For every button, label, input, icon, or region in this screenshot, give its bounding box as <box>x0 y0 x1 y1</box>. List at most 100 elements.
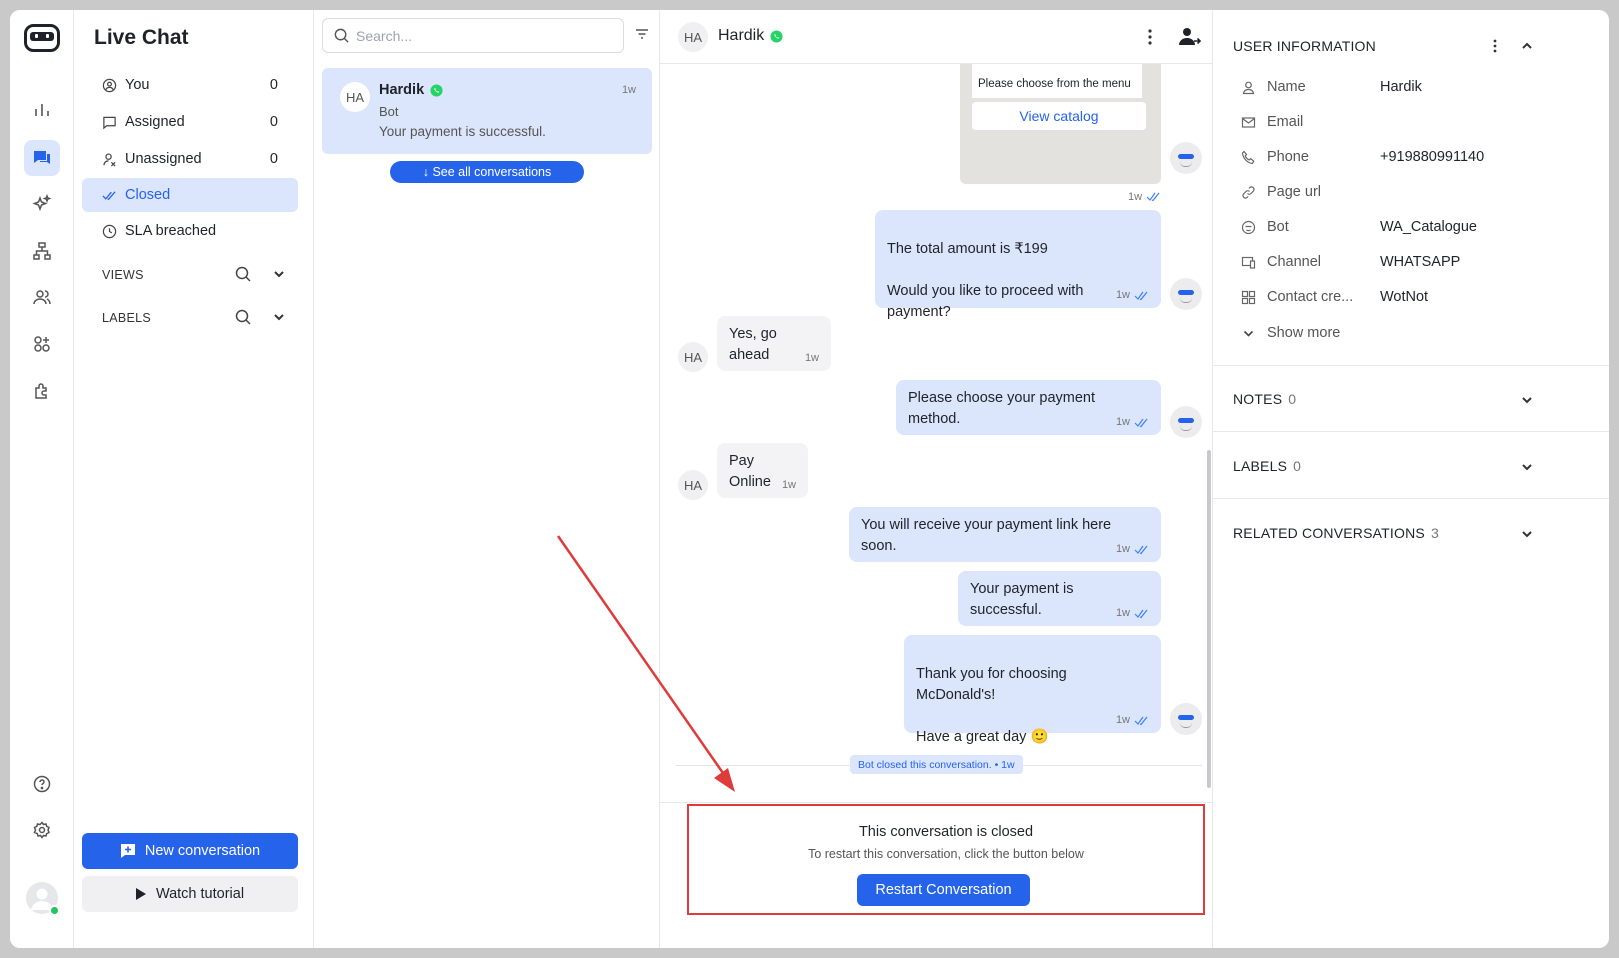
info-label: Phone <box>1267 149 1309 165</box>
filter-icon[interactable] <box>634 26 650 42</box>
incoming-message: Yes, go ahead 1w <box>717 316 831 371</box>
message-text: The total amount is ₹199 Would you like … <box>887 241 1084 321</box>
chevron-up-icon[interactable] <box>1519 38 1535 54</box>
message-text: Your payment is successful. <box>970 581 1074 619</box>
info-value[interactable]: WHATSAPP <box>1380 254 1460 270</box>
chat-contact-name: Hardik <box>718 27 783 45</box>
user-icon <box>1242 81 1255 94</box>
info-row-email: Email <box>1241 114 1380 130</box>
info-value[interactable]: +919880991140 <box>1380 149 1484 165</box>
chevron-down-icon <box>1243 330 1254 337</box>
plugins-icon[interactable] <box>24 372 60 408</box>
info-label: Contact cre... <box>1267 289 1354 305</box>
live-chat-nav: Live Chat You 0 Assigned 0 Unassigned 0 … <box>74 10 314 948</box>
catalog-text-value: Please choose from the menu <box>978 78 1131 90</box>
show-more-button[interactable]: Show more <box>1241 325 1380 341</box>
chat-panel: HA Hardik Please choose from the menu Vi… <box>556 10 1212 948</box>
contact-avatar: HA <box>340 82 370 112</box>
double-check-icon <box>1134 716 1148 726</box>
new-conversation-button[interactable]: New conversation <box>82 833 298 869</box>
bot-avatar <box>1170 278 1202 310</box>
notes-label: NOTES <box>1233 391 1283 407</box>
live-chat-icon[interactable] <box>24 140 60 176</box>
closed-subtitle: To restart this conversation, click the … <box>808 847 1084 861</box>
analytics-icon[interactable] <box>24 92 60 128</box>
scrollbar[interactable] <box>1207 450 1211 788</box>
related-conversations-count: 3 <box>1430 525 1439 541</box>
nav-item-label: SLA breached <box>125 223 217 239</box>
more-options-icon[interactable] <box>1487 38 1503 54</box>
info-value[interactable]: Hardik <box>1380 79 1422 95</box>
info-row-bot: Bot WA_Catalogue <box>1241 219 1477 235</box>
search-icon[interactable] <box>234 265 252 283</box>
info-label: Bot <box>1267 219 1289 235</box>
double-check-icon <box>1134 418 1148 428</box>
chat-header: HA Hardik <box>660 10 1212 64</box>
restart-conversation-button[interactable]: Restart Conversation <box>857 874 1030 906</box>
app-logo-icon[interactable] <box>24 24 60 52</box>
bot-avatar <box>1170 406 1202 438</box>
message-meta: 1w <box>1116 415 1149 431</box>
user-avatar[interactable] <box>26 882 60 916</box>
assign-user-icon[interactable] <box>1178 24 1202 48</box>
nav-item-sla-breached[interactable]: SLA breached <box>82 214 298 248</box>
whatsapp-icon <box>430 83 443 97</box>
add-message-icon <box>120 844 135 858</box>
chevron-down-icon[interactable] <box>1519 526 1535 542</box>
message-meta: 1w <box>782 478 796 494</box>
search-icon[interactable] <box>234 308 252 326</box>
bot-icon <box>1241 220 1256 234</box>
nav-item-assigned[interactable]: Assigned 0 <box>82 105 298 139</box>
double-check-icon <box>1134 545 1148 555</box>
closed-conversation-banner: This conversation is closed To restart t… <box>687 804 1205 915</box>
views-section-label: VIEWS <box>102 268 144 282</box>
user-information-title: USER INFORMATION <box>1233 38 1376 54</box>
search-input[interactable]: Search... <box>322 18 624 53</box>
conversation-card[interactable]: HA Hardik Bot Your payment is successful… <box>322 68 652 154</box>
message-text: Pay Online <box>729 453 771 491</box>
message-time: 1w <box>1128 191 1143 203</box>
message-meta: 1w <box>1128 191 1161 203</box>
chevron-down-icon[interactable] <box>270 308 288 326</box>
chevron-down-icon[interactable] <box>270 265 288 283</box>
ai-sparkle-icon[interactable] <box>24 186 60 222</box>
notes-section-header[interactable]: NOTES 0 <box>1233 391 1296 407</box>
chevron-down-icon[interactable] <box>1519 459 1535 475</box>
nav-item-closed[interactable]: Closed <box>82 178 298 212</box>
whatsapp-icon <box>770 29 783 43</box>
chevron-down-icon[interactable] <box>1519 392 1535 408</box>
integrations-icon[interactable] <box>24 326 60 362</box>
info-value[interactable]: WotNot <box>1380 289 1428 305</box>
see-all-conversations-button[interactable]: ↓ See all conversations <box>390 161 584 183</box>
devices-icon <box>1241 256 1256 269</box>
message-time: 1w <box>781 479 796 492</box>
related-conversations-section-header[interactable]: RELATED CONVERSATIONS 3 <box>1233 525 1439 541</box>
view-catalog-button[interactable]: View catalog <box>972 102 1146 130</box>
app-window: Live Chat You 0 Assigned 0 Unassigned 0 … <box>10 10 1609 948</box>
user-information-panel: USER INFORMATION Name Hardik Email Phone… <box>1212 10 1609 948</box>
message-time: 1w <box>1115 607 1130 620</box>
bot-avatar <box>1170 703 1202 735</box>
nav-item-label: Unassigned <box>125 151 202 167</box>
watch-tutorial-button[interactable]: Watch tutorial <box>82 876 298 912</box>
nav-item-count: 0 <box>269 77 278 93</box>
help-icon[interactable] <box>24 766 60 802</box>
user-off-icon <box>103 152 116 166</box>
labels-label: LABELS <box>1233 458 1288 474</box>
labels-section-header[interactable]: LABELS 0 <box>1233 458 1301 474</box>
chat-footer: This conversation is closed To restart t… <box>660 802 1212 948</box>
labels-section-actions <box>234 308 288 326</box>
workflow-icon[interactable] <box>24 233 60 269</box>
nav-item-unassigned[interactable]: Unassigned 0 <box>82 142 298 176</box>
new-conversation-label: New conversation <box>144 843 261 859</box>
info-label: Channel <box>1267 254 1322 270</box>
more-options-icon[interactable] <box>1140 26 1160 48</box>
labels-count: 0 <box>1293 458 1302 474</box>
info-value[interactable]: WA_Catalogue <box>1380 219 1477 235</box>
settings-gear-icon[interactable] <box>24 812 60 848</box>
info-label: Name <box>1267 79 1306 95</box>
outgoing-message: Thank you for choosing McDonald's! Have … <box>904 635 1161 745</box>
nav-item-count: 0 <box>269 151 278 167</box>
contacts-icon[interactable] <box>24 279 60 315</box>
nav-item-you[interactable]: You 0 <box>82 68 298 102</box>
